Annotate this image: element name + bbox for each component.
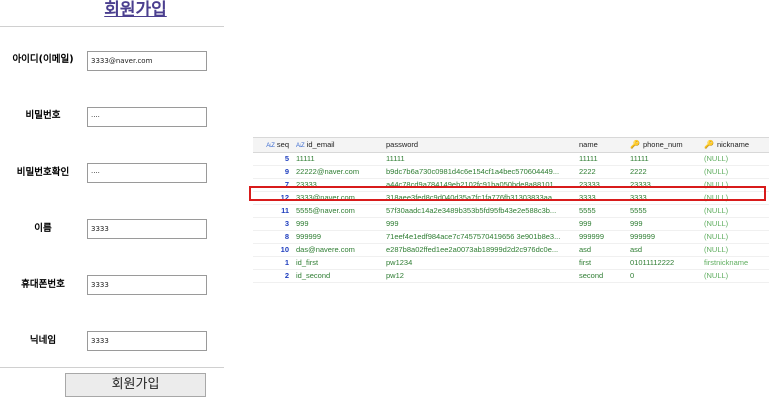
page-title[interactable]: 회원가입 [0,0,271,20]
name-field[interactable]: 3333 [87,219,207,239]
table-cell-nickname[interactable]: (NULL) [704,270,766,282]
table-cell-nickname[interactable]: (NULL) [704,231,766,243]
column-header-seq[interactable]: A↓Z seq [253,138,289,153]
table-cell-phone-num[interactable]: 999999 [630,231,696,243]
table-cell-nickname[interactable]: (NULL) [704,166,766,178]
table-cell-id-email[interactable]: 11111 [296,153,381,165]
table-cell-phone-num[interactable]: 2222 [630,166,696,178]
column-header-phone-num[interactable]: 🔑 phone_num [630,138,696,152]
divider [0,367,224,368]
table-cell-name[interactable]: 11111 [579,153,627,165]
table-cell-seq[interactable]: 9 [253,166,289,178]
column-header-nickname[interactable]: 🔑 nickname [704,138,766,152]
column-header-id-email[interactable]: A↓Z id_email [296,138,381,153]
table-cell-id-email[interactable]: 999999 [296,231,381,243]
column-header-name[interactable]: name [579,138,627,152]
table-cell-name[interactable]: second [579,270,627,282]
table-cell-id-email[interactable]: 999 [296,218,381,230]
table-cell-phone-num[interactable]: 999 [630,218,696,230]
table-cell-id-email[interactable]: id_second [296,270,381,282]
table-cell-name[interactable]: asd [579,244,627,256]
table-cell-password[interactable]: pw1234 [386,257,572,269]
table-header: A↓Z seq A↓Z id_email password name 🔑 phone_… [253,137,769,153]
column-header-password[interactable]: password [386,138,572,152]
table-cell-name[interactable]: 999999 [579,231,627,243]
table-cell-seq[interactable]: 11 [253,205,289,217]
password-field[interactable]: ···· [87,107,207,127]
table-cell-password[interactable]: 57f30aadc14a2e3489b353b5fd95fb43e2e588c3… [386,205,572,217]
table-cell-phone-num[interactable]: 0 [630,270,696,282]
id-email-label: 아이디(이메일) [12,54,74,65]
table-row[interactable]: 11 5555@naver.com 57f30aadc14a2e3489b353b5… [253,205,769,218]
table-cell-id-email[interactable]: id_first [296,257,381,269]
table-cell-password[interactable]: e287b8a02ffed1ee2a0073ab18999d2d2c976dc0… [386,244,572,256]
table-row[interactable]: 2 id_second pw12 second 0 (NULL) [253,270,769,283]
signup-form: 회원가입 아이디(이메일) 3333@naver.com 비밀번호 ···· 비… [0,0,228,401]
nickname-field[interactable]: 3333 [87,331,207,351]
table-cell-phone-num[interactable]: 11111 [630,153,696,165]
members-table: A↓Z seq A↓Z id_email password name 🔑 phone_… [253,137,769,283]
table-cell-nickname[interactable]: (NULL) [704,218,766,230]
id-email-field[interactable]: 3333@naver.com [87,51,207,71]
table-row[interactable]: 3 999 999 999 999 (NULL) [253,218,769,231]
table-cell-seq[interactable]: 3 [253,218,289,230]
table-cell-phone-num[interactable]: asd [630,244,696,256]
table-cell-id-email[interactable]: 5555@naver.com [296,205,381,217]
table-cell-seq[interactable]: 10 [253,244,289,256]
table-cell-id-email[interactable]: das@navere.com [296,244,381,256]
table-cell-seq[interactable]: 2 [253,270,289,282]
table-row[interactable]: 1 id_first pw1234 first 01011112222 firstnick… [253,257,769,270]
key-icon: 🔑 [704,140,714,149]
name-label: 이름 [34,223,52,234]
table-row[interactable]: 5 11111 11111 11111 11111 (NULL) [253,153,769,166]
table-cell-name[interactable]: 2222 [579,166,627,178]
signup-submit-button[interactable]: 회원가입 [65,373,206,397]
nickname-label: 닉네임 [29,335,57,346]
table-cell-phone-num[interactable]: 5555 [630,205,696,217]
table-cell-nickname[interactable]: (NULL) [704,205,766,217]
table-cell-nickname[interactable]: (NULL) [704,153,766,165]
phone-field[interactable]: 3333 [87,275,207,295]
table-cell-password[interactable]: pw12 [386,270,572,282]
table-row[interactable]: 8 999999 71eef4e1edf984ace7c7457570419656 … [253,231,769,244]
table-cell-seq[interactable]: 1 [253,257,289,269]
divider [0,26,224,27]
table-cell-password[interactable]: 999 [386,218,572,230]
table-cell-seq[interactable]: 8 [253,231,289,243]
highlight-box [249,186,766,201]
table-row[interactable]: 9 22222@naver.com b9dc7b6a730c0981d4c6e154… [253,166,769,179]
phone-label: 휴대폰번호 [21,279,65,290]
table-cell-seq[interactable]: 5 [253,153,289,165]
table-cell-nickname[interactable]: (NULL) [704,244,766,256]
table-cell-password[interactable]: 11111 [386,153,572,165]
password-label: 비밀번호 [25,110,61,121]
table-cell-id-email[interactable]: 22222@naver.com [296,166,381,178]
sort-icon: A↓Z [296,143,305,149]
table-row[interactable]: 10 das@navere.com e287b8a02ffed1ee2a0073ab… [253,244,769,257]
sort-icon: A↓Z [266,143,275,149]
table-cell-password[interactable]: 71eef4e1edf984ace7c7457570419656 3e901b8… [386,231,572,243]
table-cell-nickname[interactable]: firstnickname [704,257,766,269]
table-cell-phone-num[interactable]: 01011112222 [630,257,696,269]
password-confirm-label: 비밀번호확인 [16,167,70,178]
table-body: 5 11111 11111 11111 11111 (NULL) 9 22222@naver.… [253,153,769,283]
table-cell-name[interactable]: first [579,257,627,269]
password-confirm-field[interactable]: ···· [87,163,207,183]
table-cell-name[interactable]: 999 [579,218,627,230]
key-icon: 🔑 [630,140,640,149]
table-cell-name[interactable]: 5555 [579,205,627,217]
table-cell-password[interactable]: b9dc7b6a730c0981d4c6e154cf1a4bec57060444… [386,166,572,178]
